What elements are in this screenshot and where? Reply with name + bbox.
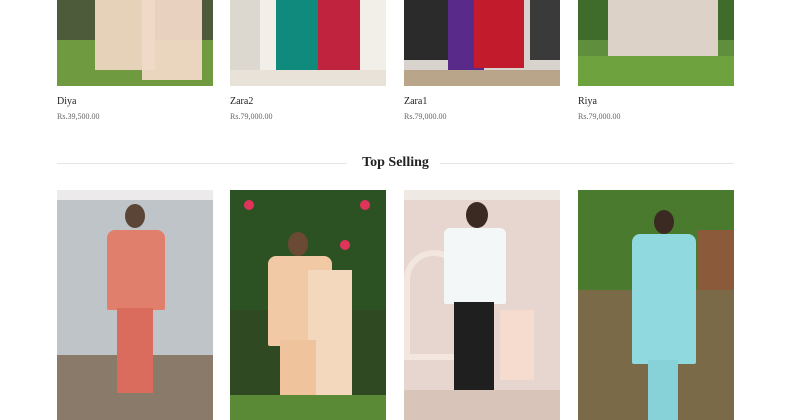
product-card[interactable]: [404, 190, 560, 420]
product-card[interactable]: [230, 190, 386, 420]
section-heading: Top Selling: [57, 154, 734, 174]
product-image[interactable]: [230, 0, 386, 86]
product-image[interactable]: [404, 190, 560, 420]
product-image[interactable]: [404, 0, 560, 86]
product-image[interactable]: [57, 0, 213, 86]
product-name[interactable]: Zara2: [230, 96, 386, 108]
product-card[interactable]: [578, 190, 734, 420]
product-card[interactable]: Zara1 Rs.79,000.00: [404, 0, 560, 122]
product-image[interactable]: [57, 190, 213, 420]
product-card[interactable]: Riya Rs.79,000.00: [578, 0, 734, 122]
product-name[interactable]: Riya: [578, 96, 734, 108]
product-card[interactable]: Zara2 Rs.79,000.00: [230, 0, 386, 122]
product-name[interactable]: Zara1: [404, 96, 560, 108]
product-image[interactable]: [230, 190, 386, 420]
product-price: Rs.39,500.00: [57, 112, 100, 121]
product-name[interactable]: Diya: [57, 96, 213, 108]
product-price: Rs.79,000.00: [404, 112, 447, 121]
product-image[interactable]: [578, 190, 734, 420]
product-card[interactable]: Diya Rs.39,500.00: [57, 0, 213, 122]
product-price: Rs.79,000.00: [578, 112, 621, 121]
divider-line: [440, 163, 734, 164]
product-image[interactable]: [578, 0, 734, 86]
product-card[interactable]: [57, 190, 213, 420]
product-price: Rs.79,000.00: [230, 112, 273, 121]
